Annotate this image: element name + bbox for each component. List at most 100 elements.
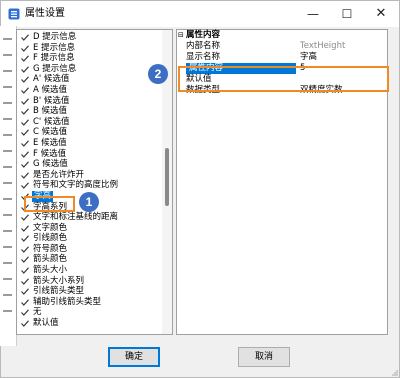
title-bar: 属性设置 — ☐ ✕ bbox=[1, 1, 399, 27]
tree-item-label: 默认值 bbox=[33, 318, 59, 329]
tree-item-label: E 候选值 bbox=[33, 137, 67, 148]
checkmark-icon bbox=[21, 172, 29, 179]
checkmark-icon bbox=[21, 214, 29, 221]
checkmark-icon bbox=[21, 108, 29, 116]
tree-item[interactable]: 箭头大小 bbox=[21, 265, 159, 276]
tree-item[interactable]: 符号和文字的高度比例 bbox=[21, 180, 159, 191]
tree-item[interactable]: 默认值 bbox=[21, 318, 159, 329]
tree-item-label: 辅助引线箭头类型 bbox=[33, 296, 102, 307]
tree-item-label: E 提示信息 bbox=[33, 42, 76, 53]
property-value[interactable]: 字高 bbox=[300, 52, 385, 63]
tree-item[interactable]: F 候选值 bbox=[21, 149, 159, 160]
tree-item-label: 引线颜色 bbox=[33, 233, 68, 244]
tree-item[interactable]: G 候选值 bbox=[21, 159, 159, 170]
tree-item[interactable]: F 提示信息 bbox=[21, 53, 159, 64]
tree-item-label: 箭头大小 bbox=[33, 265, 68, 276]
tree-item[interactable]: E 提示信息 bbox=[21, 43, 159, 54]
property-name: 显示名称 bbox=[186, 52, 221, 62]
tree-item[interactable]: 文字和标注基线的距离 bbox=[21, 212, 159, 223]
attribute-tree[interactable]: D 提示信息 E 提示信息 F 提示信息 G 提示信息 A' 候选值 A 候选值 B' 候选… bbox=[21, 32, 159, 329]
left-icon-strip bbox=[0, 26, 17, 346]
tree-item[interactable]: C 候选值 bbox=[21, 127, 159, 138]
property-row[interactable]: 显示名称 字高 bbox=[177, 52, 387, 63]
checkmark-icon bbox=[21, 66, 29, 73]
property-category-row[interactable]: ⊟ 属性内容 bbox=[177, 30, 387, 41]
property-value[interactable]: TextHeight bbox=[300, 41, 385, 52]
tree-item[interactable]: 是否允许炸开 bbox=[21, 170, 159, 181]
checkmark-icon bbox=[21, 256, 29, 264]
checkmark-icon bbox=[21, 34, 29, 41]
tree-item-label: A' 候选值 bbox=[33, 74, 70, 85]
checkmark-icon bbox=[21, 97, 29, 105]
tree-item-label: F 提示信息 bbox=[33, 53, 75, 64]
checkmark-icon bbox=[21, 309, 29, 317]
property-row[interactable]: 内部名称 TextHeight bbox=[177, 41, 387, 52]
tree-item-label: 箭头大小系列 bbox=[33, 275, 85, 286]
tree-item[interactable]: D 提示信息 bbox=[21, 32, 159, 43]
step-badge-2: 2 bbox=[148, 64, 168, 84]
tree-item-label: C 候选值 bbox=[33, 127, 68, 138]
tree-item[interactable]: E 候选值 bbox=[21, 138, 159, 149]
property-name: 内部名称 bbox=[186, 41, 221, 51]
checkmark-icon bbox=[21, 119, 29, 126]
tree-scrollbar-thumb[interactable] bbox=[165, 148, 169, 206]
tree-item-label: B 候选值 bbox=[33, 106, 68, 117]
collapse-icon[interactable]: ⊟ bbox=[178, 30, 184, 41]
tree-item-label: D 提示信息 bbox=[33, 32, 77, 42]
tree-item[interactable]: G 提示信息 bbox=[21, 64, 159, 75]
highlight-box-tree-item bbox=[24, 196, 75, 212]
checkmark-icon bbox=[21, 267, 29, 274]
checkmark-icon bbox=[21, 278, 29, 285]
checkmark-icon bbox=[21, 299, 29, 306]
checkmark-icon bbox=[21, 161, 29, 169]
tree-item[interactable]: 符号颜色 bbox=[21, 244, 159, 255]
tree-item[interactable]: A' 候选值 bbox=[21, 74, 159, 85]
tree-item-label: B' 候选值 bbox=[33, 95, 70, 106]
tree-item-label: 无 bbox=[33, 307, 42, 318]
tree-item-label: F 候选值 bbox=[33, 148, 67, 159]
tree-item-label: C' 候选值 bbox=[33, 116, 70, 127]
checkmark-icon bbox=[21, 87, 29, 94]
resize-grip-icon[interactable] bbox=[390, 368, 398, 376]
tree-item[interactable]: 箭头大小系列 bbox=[21, 276, 159, 287]
checkmark-icon bbox=[21, 150, 29, 158]
cancel-button[interactable]: 取消 bbox=[238, 347, 290, 367]
tree-item[interactable]: 引线颜色 bbox=[21, 233, 159, 244]
checkmark-icon bbox=[21, 225, 29, 232]
tree-item[interactable]: B 候选值 bbox=[21, 106, 159, 117]
checkmark-icon bbox=[21, 55, 29, 63]
maximize-button[interactable]: ☐ bbox=[330, 1, 364, 27]
tree-item-label: G 提示信息 bbox=[33, 63, 77, 74]
checkmark-icon bbox=[21, 129, 29, 137]
tree-item-label: 文字颜色 bbox=[33, 222, 68, 233]
window-title: 属性设置 bbox=[25, 8, 65, 19]
checkmark-icon bbox=[21, 320, 29, 327]
tree-item-label: 是否允许炸开 bbox=[33, 169, 85, 180]
checkmark-icon bbox=[21, 76, 29, 84]
checkmark-icon bbox=[21, 288, 29, 296]
checkmark-icon bbox=[21, 246, 29, 253]
step-badge-1: 1 bbox=[79, 192, 99, 212]
settings-app-icon bbox=[8, 8, 20, 20]
checkmark-icon bbox=[21, 182, 29, 190]
minimize-button[interactable]: — bbox=[296, 1, 330, 27]
checkmark-icon bbox=[21, 44, 29, 52]
tree-item[interactable]: A 候选值 bbox=[21, 85, 159, 96]
checkmark-icon bbox=[21, 140, 29, 147]
tree-item-label: A 候选值 bbox=[33, 84, 68, 95]
tree-item-label: 文字和标注基线的距离 bbox=[33, 212, 119, 223]
tree-item[interactable]: 箭头颜色 bbox=[21, 254, 159, 265]
tree-item-label: 箭头颜色 bbox=[33, 254, 68, 265]
tree-item[interactable]: 辅助引线箭头类型 bbox=[21, 297, 159, 308]
property-category-label: 属性内容 bbox=[186, 30, 221, 40]
tree-item-label: 引线箭头类型 bbox=[33, 286, 85, 297]
checkmark-icon bbox=[21, 235, 29, 243]
tree-item[interactable]: 引线箭头类型 bbox=[21, 286, 159, 297]
tree-item-label: 符号颜色 bbox=[33, 243, 68, 254]
tree-item[interactable]: 无 bbox=[21, 307, 159, 318]
tree-item[interactable]: B' 候选值 bbox=[21, 96, 159, 107]
close-button[interactable]: ✕ bbox=[364, 1, 398, 27]
tree-item[interactable]: 文字颜色 bbox=[21, 223, 159, 234]
tree-item[interactable]: C' 候选值 bbox=[21, 117, 159, 128]
ok-button[interactable]: 确定 bbox=[108, 347, 160, 367]
